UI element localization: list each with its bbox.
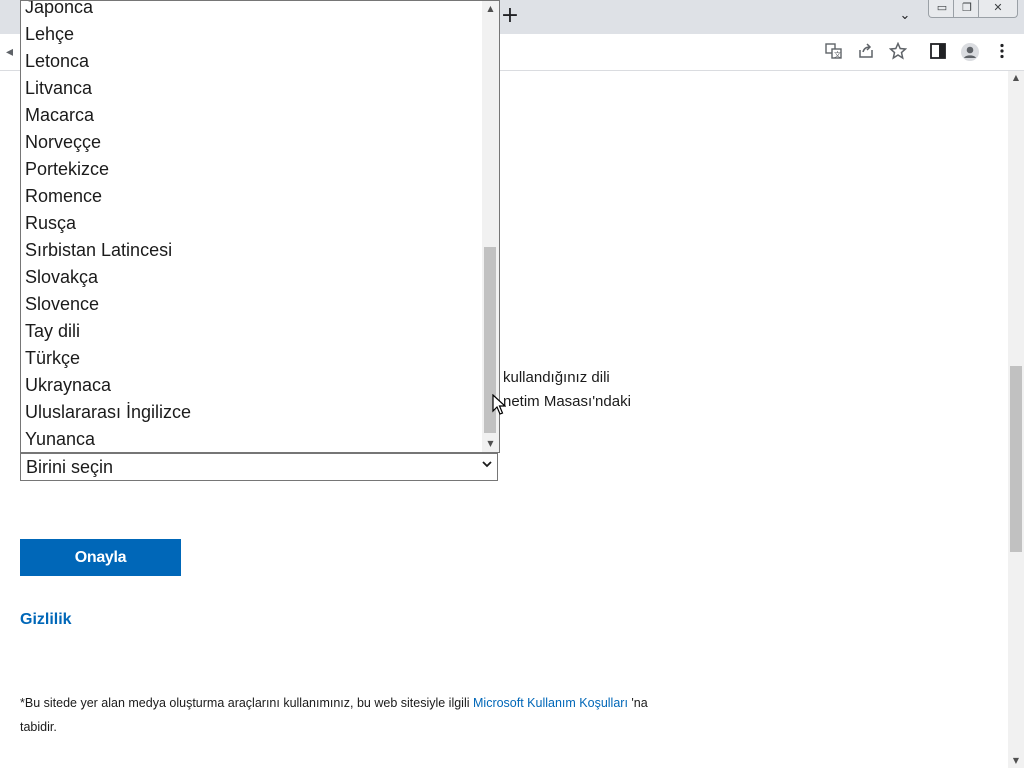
share-icon[interactable] bbox=[856, 42, 876, 62]
language-option[interactable]: Slovakça bbox=[21, 264, 483, 291]
svg-text:文: 文 bbox=[834, 50, 841, 59]
privacy-link[interactable]: Gizlilik bbox=[20, 611, 72, 629]
bookmark-star-icon[interactable] bbox=[888, 41, 908, 62]
language-select[interactable]: Birini seçin bbox=[20, 453, 498, 481]
language-select-value: Birini seçin bbox=[26, 457, 114, 477]
minimize-window-button[interactable]: ▭ bbox=[928, 0, 956, 18]
language-option[interactable]: Rusça bbox=[21, 210, 483, 237]
language-option[interactable]: Yunanca bbox=[21, 426, 483, 452]
tab-search-chevron-icon[interactable]: ⌄ bbox=[895, 6, 915, 26]
translate-icon[interactable]: 文 bbox=[824, 42, 844, 62]
language-option[interactable]: Macarca bbox=[21, 102, 483, 129]
language-options: Japonca Lehçe Letonca Litvanca Macarca Norveç… bbox=[21, 1, 483, 452]
footnote-text: *Bu sitede yer alan medya oluşturma araç… bbox=[20, 696, 473, 710]
instruction-text-line1: kullandığınız dili bbox=[503, 369, 610, 386]
language-option[interactable]: Tay dili bbox=[21, 318, 483, 345]
instruction-text-line2: netim Masası'ndaki bbox=[503, 393, 631, 410]
language-option[interactable]: Japonca bbox=[21, 1, 483, 21]
menu-icon[interactable] bbox=[992, 42, 1012, 62]
restore-window-button[interactable]: ❐ bbox=[953, 0, 981, 18]
scroll-down-arrow-icon[interactable]: ▼ bbox=[1008, 754, 1024, 768]
language-option[interactable]: Romence bbox=[21, 183, 483, 210]
profile-icon[interactable] bbox=[960, 42, 980, 62]
language-option[interactable]: Slovence bbox=[21, 291, 483, 318]
dropdown-scroll-up-icon[interactable]: ▲ bbox=[482, 2, 499, 16]
chevron-down-icon bbox=[481, 458, 493, 473]
language-option[interactable]: Portekizce bbox=[21, 156, 483, 183]
dropdown-scroll-down-icon[interactable]: ▼ bbox=[482, 437, 499, 451]
language-option[interactable]: Norveççe bbox=[21, 129, 483, 156]
language-option[interactable]: Litvanca bbox=[21, 75, 483, 102]
confirm-button[interactable]: Onayla bbox=[20, 539, 181, 576]
dropdown-scrollbar[interactable]: ▲ ▼ bbox=[482, 1, 499, 452]
new-tab-button[interactable]: + bbox=[500, 4, 520, 28]
side-panel-icon[interactable] bbox=[928, 42, 948, 62]
back-arrow-icon[interactable]: ◂ bbox=[6, 44, 13, 60]
mouse-cursor-icon bbox=[492, 393, 507, 421]
close-window-button[interactable]: ✕ bbox=[978, 0, 1018, 18]
terms-of-use-link[interactable]: Microsoft Kullanım Koşulları bbox=[473, 696, 628, 710]
language-option[interactable]: Uluslararası İngilizce bbox=[21, 399, 483, 426]
language-option[interactable]: Letonca bbox=[21, 48, 483, 75]
scroll-up-arrow-icon[interactable]: ▲ bbox=[1008, 71, 1024, 85]
page-scrollbar[interactable]: ▲ ▼ bbox=[1008, 71, 1024, 768]
language-option[interactable]: Sırbistan Latincesi bbox=[21, 237, 483, 264]
page-scrollbar-thumb[interactable] bbox=[1010, 366, 1022, 552]
language-dropdown-list[interactable]: Japonca Lehçe Letonca Litvanca Macarca Norveç… bbox=[20, 0, 500, 453]
language-option[interactable]: Lehçe bbox=[21, 21, 483, 48]
terms-footnote: *Bu sitede yer alan medya oluşturma araç… bbox=[20, 691, 680, 739]
language-option[interactable]: Türkçe bbox=[21, 345, 483, 372]
language-option[interactable]: Ukraynaca bbox=[21, 372, 483, 399]
